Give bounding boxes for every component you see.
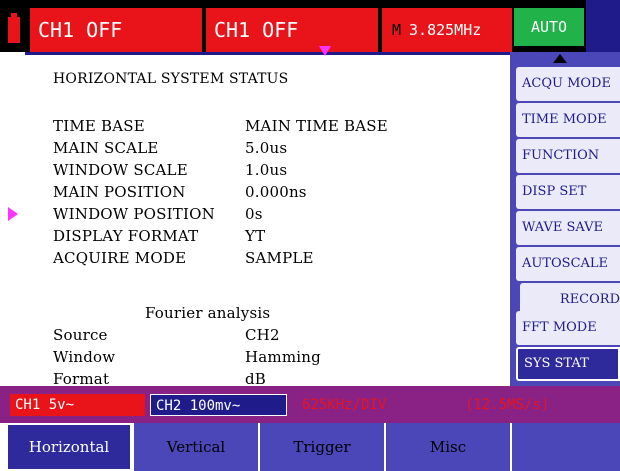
status-value: 5.0us <box>245 139 288 157</box>
ch1-status-indicator-2[interactable]: CH1 OFF <box>206 8 378 52</box>
menu-sys-stat-button[interactable]: SYS STAT <box>516 347 620 381</box>
top-right-tab <box>586 0 620 52</box>
fourier-label: Format <box>53 370 110 386</box>
status-value: SAMPLE <box>245 249 314 267</box>
status-value: 0.000ns <box>245 183 307 201</box>
tab-vertical[interactable]: Vertical <box>134 423 258 471</box>
ch1-scale-indicator[interactable]: CH1 5v~ <box>10 394 145 416</box>
tab-horizontal[interactable]: Horizontal <box>6 423 132 471</box>
frequency-value: 3.825MHz <box>409 21 482 39</box>
tab-trigger[interactable]: Trigger <box>260 423 384 471</box>
tab-blank[interactable] <box>512 423 620 471</box>
menu-disp-set-button[interactable]: DISP SET <box>516 175 620 209</box>
ch1-status-text: CH1 OFF <box>38 18 123 42</box>
status-label: ACQUIRE MODE <box>53 249 187 267</box>
sample-rate-readout: (12.5MS/s) <box>465 397 550 413</box>
menu-autoscale-button[interactable]: AUTOSCALE <box>516 247 620 281</box>
status-label: MAIN POSITION <box>53 183 186 201</box>
status-value: 0s <box>245 205 263 223</box>
horizontal-position-marker-icon <box>319 46 331 56</box>
status-label: DISPLAY FORMAT <box>53 227 199 245</box>
panel-title: HORIZONTAL SYSTEM STATUS <box>53 71 289 87</box>
frequency-readout: M 3.825MHz <box>382 8 512 52</box>
freq-prefix: M <box>392 21 402 39</box>
status-label: WINDOW SCALE <box>53 161 188 179</box>
menu-function-button[interactable]: FUNCTION <box>516 139 620 173</box>
top-status-bar: CH1 OFF CH1 OFF M 3.825MHz AUTO <box>0 0 620 52</box>
tab-misc[interactable]: Misc <box>386 423 510 471</box>
status-label: WINDOW POSITION <box>53 205 215 223</box>
fourier-value: dB <box>245 370 267 386</box>
system-status-panel: HORIZONTAL SYSTEM STATUS TIME BASE MAIN … <box>25 52 510 386</box>
fourier-value: CH2 <box>245 326 280 344</box>
menu-wave-save-button[interactable]: WAVE SAVE <box>516 211 620 245</box>
status-label: MAIN SCALE <box>53 139 159 157</box>
fourier-label: Window <box>53 348 116 366</box>
ch1-status-indicator[interactable]: CH1 OFF <box>30 8 202 52</box>
fourier-label: Source <box>53 326 108 344</box>
battery-icon <box>8 17 20 43</box>
menu-fft-mode-button[interactable]: FFT MODE <box>516 311 620 345</box>
menu-acqu-mode-button[interactable]: ACQU MODE <box>516 67 620 101</box>
status-value: MAIN TIME BASE <box>245 117 388 135</box>
ch1-status-text-2: CH1 OFF <box>214 18 299 42</box>
status-value: 1.0us <box>245 161 288 179</box>
trigger-level-marker-icon <box>8 207 18 221</box>
fourier-value: Hamming <box>245 348 321 366</box>
scroll-up-arrow-icon[interactable] <box>553 54 567 63</box>
fourier-section-title: Fourier analysis <box>145 304 271 322</box>
trigger-mode-badge[interactable]: AUTO <box>514 8 584 46</box>
status-value: YT <box>245 227 266 245</box>
status-label: TIME BASE <box>53 117 145 135</box>
bottom-tab-bar: Horizontal Vertical Trigger Misc <box>0 423 620 471</box>
timebase-readout: 625KHz/DIV <box>302 397 387 413</box>
ch2-scale-indicator[interactable]: CH2 100mv~ <box>150 394 287 416</box>
channel-status-strip: CH1 5v~ CH2 100mv~ 625KHz/DIV (12.5MS/s) <box>0 386 620 423</box>
menu-time-mode-button[interactable]: TIME MODE <box>516 103 620 137</box>
